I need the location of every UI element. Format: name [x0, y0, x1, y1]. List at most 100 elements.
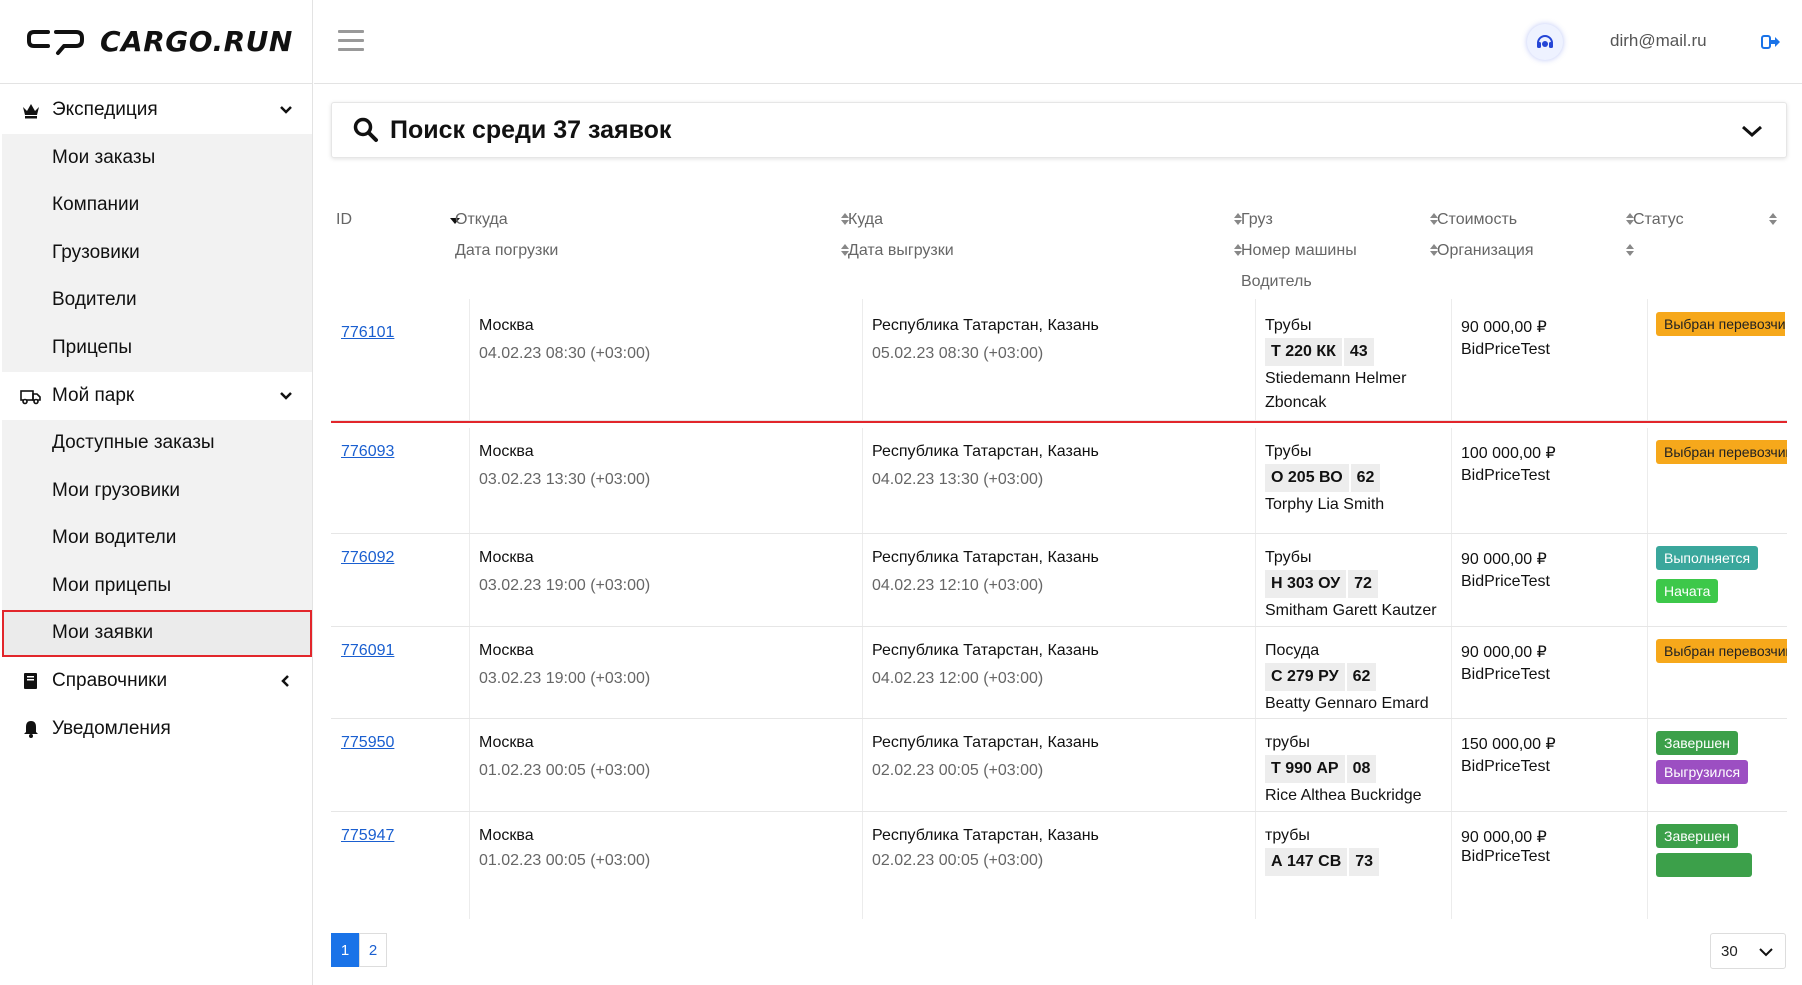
driver-name: Zboncak — [1265, 394, 1327, 411]
header-load-date[interactable]: Дата погрузки — [455, 242, 558, 260]
status-badge: Завершен — [1656, 731, 1738, 755]
cell-from: Москва 01.02.23 00:05 (+03:00) — [469, 719, 862, 811]
sort-icon[interactable] — [1768, 212, 1778, 226]
cell-from: Москва 03.02.23 13:30 (+03:00) — [469, 428, 862, 533]
cell-cargo: Посуда С 279 РУ 62 Beatty Gennaro Emard — [1255, 627, 1451, 718]
sidebar-group-my-fleet[interactable]: Мой парк — [0, 372, 312, 420]
table-row[interactable]: 776093 Москва 03.02.23 13:30 (+03:00) Ре… — [331, 428, 1787, 534]
header-to[interactable]: Куда — [848, 211, 883, 229]
header-cargo[interactable]: Груз — [1241, 211, 1273, 229]
cargo-name: Трубы — [1265, 443, 1312, 460]
table-row[interactable]: 776101 Москва 04.02.23 08:30 (+03:00) Ре… — [331, 299, 1787, 423]
support-icon[interactable] — [1527, 24, 1563, 60]
logo[interactable]: CARGO.RUN — [0, 0, 312, 84]
cell-status: Завершен — [1647, 812, 1787, 919]
per-page-select[interactable]: 30 — [1710, 933, 1786, 969]
brand-name: CARGO.RUN — [100, 25, 293, 58]
truck-plate: А 147 СВ 73 — [1265, 848, 1380, 876]
app: CARGO.RUN Экспедиция Мои заказы Компании… — [0, 0, 1802, 985]
header-id[interactable]: ID — [336, 211, 352, 229]
header-status[interactable]: Статус — [1633, 211, 1684, 229]
table-row[interactable]: 775947 Москва 01.02.23 00:05 (+03:00) Ре… — [331, 812, 1787, 919]
sidebar-item-my-trailers[interactable]: Мои прицепы — [2, 562, 312, 610]
organization: BidPriceTest — [1461, 341, 1550, 358]
unload-date: 04.02.23 13:30 (+03:00) — [872, 471, 1044, 488]
organization: BidPriceTest — [1461, 848, 1550, 865]
chevron-down-icon — [280, 391, 292, 400]
price: 100 000,00 ₽ — [1461, 445, 1556, 462]
load-date: 04.02.23 08:30 (+03:00) — [479, 345, 651, 362]
page-button-1[interactable]: 1 — [331, 933, 359, 967]
sidebar-sub-my-fleet: Доступные заказы Мои грузовики Мои водит… — [2, 419, 312, 657]
header-from[interactable]: Откуда — [455, 211, 508, 229]
sidebar-item-my-drivers[interactable]: Мои водители — [2, 515, 312, 563]
chevron-down-icon — [280, 106, 292, 114]
price: 150 000,00 ₽ — [1461, 736, 1556, 753]
request-id-link[interactable]: 776093 — [341, 443, 394, 461]
cell-cargo: трубы Т 990 АР 08 Rice Althea Buckridge — [1255, 719, 1451, 811]
sidebar-item-drivers[interactable]: Водители — [2, 277, 312, 325]
sidebar-group-expedition[interactable]: Экспедиция — [0, 86, 312, 134]
sidebar-item-trailers[interactable]: Прицепы — [2, 324, 312, 372]
request-id-link[interactable]: 775950 — [341, 734, 394, 752]
load-date: 03.02.23 13:30 (+03:00) — [479, 471, 651, 488]
cell-from: Москва 04.02.23 08:30 (+03:00) — [469, 299, 862, 420]
logout-icon[interactable] — [1760, 31, 1782, 53]
driver-name: Beatty Gennaro Emard — [1265, 695, 1429, 712]
chevron-down-icon[interactable] — [1740, 121, 1764, 141]
sidebar-item-available-orders[interactable]: Доступные заказы — [2, 420, 312, 468]
cell-cargo: Трубы О 205 ВО 62 Torphy Lia Smith — [1255, 428, 1451, 533]
table-row[interactable]: 776091 Москва 03.02.23 19:00 (+03:00) Ре… — [331, 627, 1787, 719]
cell-id: 775947 — [331, 812, 469, 919]
sidebar-item-companies[interactable]: Компании — [2, 182, 312, 230]
request-id-link[interactable]: 776092 — [341, 549, 394, 567]
cell-id: 776091 — [331, 627, 469, 718]
driver-name: Smitham Garett Kautzer — [1265, 602, 1437, 619]
load-date: 03.02.23 19:00 (+03:00) — [479, 670, 651, 687]
truck-plate: Н 303 ОУ 72 — [1265, 570, 1378, 598]
cargo-name: Трубы — [1265, 317, 1312, 334]
table-row[interactable]: 775950 Москва 01.02.23 00:05 (+03:00) Ре… — [331, 719, 1787, 812]
user-email[interactable]: dirh@mail.ru — [1610, 31, 1707, 51]
unload-date: 02.02.23 00:05 (+03:00) — [872, 762, 1044, 779]
cell-status: Выполняется Начата — [1647, 534, 1787, 626]
page-button-2[interactable]: 2 — [359, 933, 387, 967]
search-label: Поиск среди 37 заявок — [390, 115, 672, 144]
menu-toggle-icon[interactable] — [338, 30, 364, 52]
sort-icon[interactable] — [1625, 243, 1635, 257]
cell-id: 776101 — [331, 299, 469, 420]
sidebar-item-my-trucks[interactable]: Мои грузовики — [2, 467, 312, 515]
unload-date: 04.02.23 12:10 (+03:00) — [872, 577, 1044, 594]
cargo-name: Трубы — [1265, 549, 1312, 566]
table-row[interactable]: 776092 Москва 03.02.23 19:00 (+03:00) Ре… — [331, 534, 1787, 627]
to-city: Республика Татарстан, Казань — [872, 827, 1099, 844]
header-unload-date[interactable]: Дата выгрузки — [848, 242, 954, 260]
status-badge: Начата — [1656, 579, 1719, 603]
cell-cargo: Трубы Т 220 КК 43 Stiedemann Helmer Zbon… — [1255, 299, 1451, 420]
sidebar-item-trucks[interactable]: Грузовики — [2, 229, 312, 277]
sidebar-item-my-requests[interactable]: Мои заявки — [2, 609, 312, 657]
request-id-link[interactable]: 775947 — [341, 827, 394, 845]
from-city: Москва — [479, 827, 534, 844]
plate-number: Н 303 ОУ — [1265, 570, 1347, 598]
cell-to: Республика Татарстан, Казань 04.02.23 12… — [862, 627, 1255, 718]
sidebar-item-my-orders[interactable]: Мои заказы — [2, 134, 312, 182]
cell-id: 776093 — [331, 428, 469, 533]
header-truck-number[interactable]: Номер машины — [1241, 242, 1357, 260]
top-header: dirh@mail.ru — [314, 0, 1802, 84]
sidebar-group-references[interactable]: Справочники — [0, 657, 312, 705]
header-driver[interactable]: Водитель — [1241, 273, 1312, 291]
truck-plate: С 279 РУ 62 — [1265, 663, 1377, 691]
cell-to: Республика Татарстан, Казань 04.02.23 12… — [862, 534, 1255, 626]
request-id-link[interactable]: 776091 — [341, 642, 394, 660]
plate-number: С 279 РУ — [1265, 663, 1345, 691]
cell-cargo: трубы А 147 СВ 73 — [1255, 812, 1451, 919]
pagination: 1 2 — [331, 933, 387, 967]
header-price[interactable]: Стоимость — [1437, 211, 1517, 229]
sidebar-group-notifications[interactable]: Уведомления — [0, 705, 312, 753]
header-org[interactable]: Организация — [1437, 242, 1534, 260]
cell-id: 776092 — [331, 534, 469, 626]
plate-number: Т 220 КК — [1265, 338, 1342, 366]
request-id-link[interactable]: 776101 — [341, 324, 394, 342]
search-panel[interactable]: Поиск среди 37 заявок — [331, 102, 1787, 158]
